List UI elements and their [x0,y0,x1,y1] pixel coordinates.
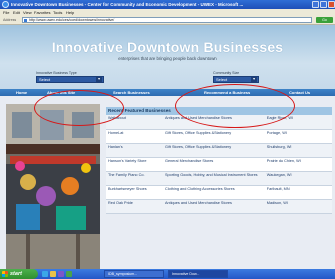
folder-quicklaunch-icon[interactable] [50,271,56,277]
storefront-photo [6,104,100,269]
table-row[interactable]: Hanlan's Gift Stores, Office Supplies &St… [106,143,332,158]
maximize-button[interactable] [320,1,327,8]
start-label: start [10,271,22,277]
community-size-value: Select [216,77,228,82]
business-name[interactable]: Red Oak Pride [106,199,163,214]
table-row[interactable]: Red Oak Pride Antiques and Used Merchandi… [106,199,332,214]
menu-edit[interactable]: Edit [13,9,20,16]
business-name[interactable]: Hanson's Variety Store [106,157,163,172]
start-button[interactable]: start [0,269,38,279]
featured-table: Walkabout Antiques and Used Merchandise S… [106,115,332,214]
window-titlebar: Innovative Downtown Businesses - Center … [0,0,335,9]
business-location: Shullsburg, WI [264,143,332,158]
media-quicklaunch-icon[interactable] [58,271,64,277]
business-type-value: Select [39,77,51,82]
business-category: Clothing and Clothing Accessories Stores [163,185,265,200]
page-icon [24,19,27,22]
taskbar-item-symposium[interactable]: IDB_symposium... [104,270,164,278]
community-size-select[interactable]: Select ▼ [213,76,259,83]
business-location: Prairie du Chien, WI [264,157,332,172]
taskbar-item-innovative[interactable]: Innovative Dow... [168,270,228,278]
nav-home[interactable]: Home [16,89,27,96]
chevron-down-icon[interactable]: ▼ [96,77,102,82]
close-button[interactable] [328,1,335,8]
menu-file[interactable]: File [3,9,9,16]
window-title: Innovative Downtown Businesses - Center … [11,2,244,7]
address-bar: Address http://www.uwex.edu/ces/cced/dow… [0,16,335,25]
business-category: General Merchandise Stores [163,157,265,172]
business-name[interactable]: The Family Piano Co. [106,171,163,186]
community-size-label: Community Size [213,71,240,75]
ie-quicklaunch-icon[interactable] [42,271,48,277]
desktop-quicklaunch-icon[interactable] [66,271,72,277]
annotation-ring-size [175,84,295,128]
menu-view[interactable]: View [23,9,32,16]
business-location: Portage, WI [264,129,332,144]
table-row[interactable]: Burkhartsmeyer Shoes Clothing and Clothin… [106,185,332,200]
nav-contact[interactable]: Contact Us [289,89,310,96]
site-title: Innovative Downtown Businesses [51,39,284,55]
business-category: Gift Stores, Office Supplies &Stationery [163,129,265,144]
menu-help[interactable]: Help [66,9,74,16]
annotation-ring-type [34,90,124,126]
table-row[interactable]: The Family Piano Co. Sporting Goods, Hobb… [106,171,332,186]
menu-favorites[interactable]: Favorites [34,9,50,16]
business-name[interactable]: Burkhartsmeyer Shoes [106,185,163,200]
business-type-select[interactable]: Select ▼ [36,76,104,83]
chevron-down-icon[interactable]: ▼ [251,77,257,82]
web-page: Innovative Downtown Businesses enterpris… [0,25,335,269]
business-name[interactable]: Hanlan's [106,143,163,158]
business-type-label: Innovative Business Type [36,71,77,75]
internet-explorer-icon [2,1,9,8]
nav-search[interactable]: Search Businesses [113,89,150,96]
address-label: Address [3,18,17,22]
business-category: Antiques and Used Merchandise Stores [163,199,265,214]
business-location: Faribault, MN [264,185,332,200]
business-category: Sporting Goods, Hobby, and Musical Instr… [163,171,265,186]
windows-taskbar: start IDB_symposium... Innovative Dow... [0,269,335,279]
site-tagline: enterprises that are bringing people bac… [118,56,217,61]
business-name[interactable]: HomeLat [106,129,163,144]
minimize-button[interactable] [312,1,319,8]
table-row[interactable]: HomeLat Gift Stores, Office Supplies &Sta… [106,129,332,144]
site-banner: Innovative Downtown Businesses enterpris… [0,25,335,89]
windows-logo-icon [2,271,8,277]
business-category: Gift Stores, Office Supplies &Stationery [163,143,265,158]
business-location: Madison, WI [264,199,332,214]
address-input[interactable]: http://www.uwex.edu/ces/cced/downtowns/i… [22,17,312,23]
menu-tools[interactable]: Tools [53,9,62,16]
business-location: Waukegan, WI [264,171,332,186]
table-row[interactable]: Hanson's Variety Store General Merchandis… [106,157,332,172]
go-button[interactable]: Go [316,17,333,23]
address-url: http://www.uwex.edu/ces/cced/downtowns/i… [29,18,115,22]
